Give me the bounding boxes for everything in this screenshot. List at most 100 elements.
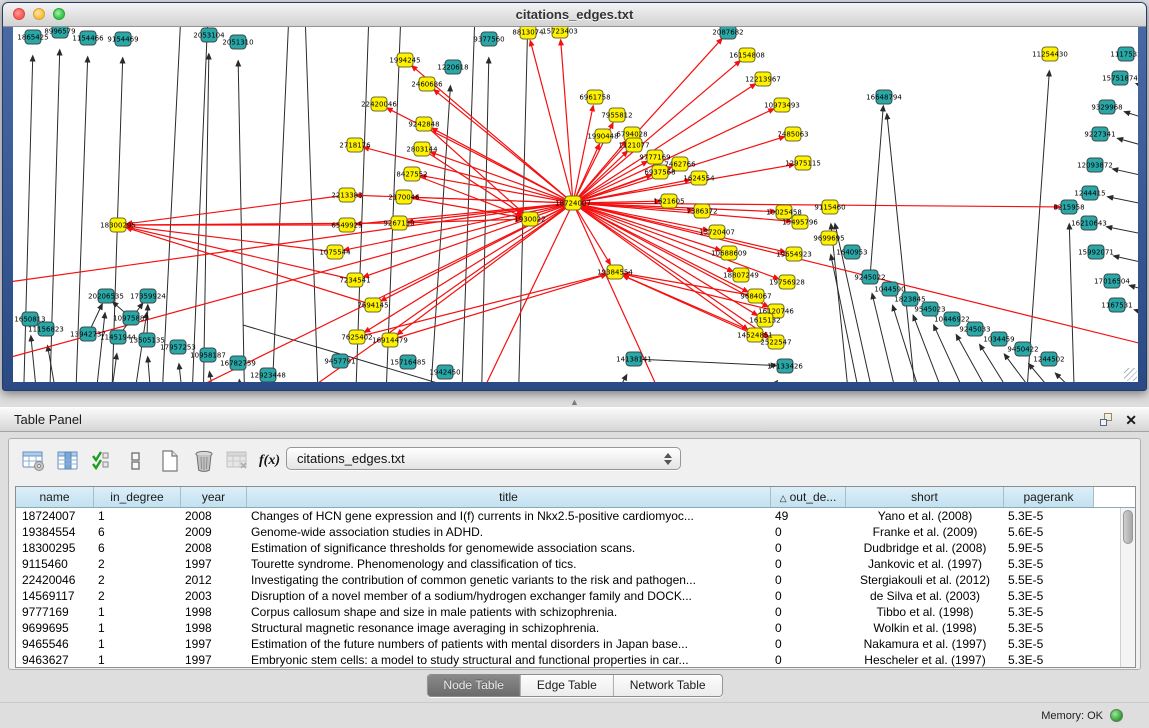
citation-edge-red xyxy=(357,274,606,337)
cell-in-degree: 6 xyxy=(94,540,181,556)
table-toolbar: f(x) xyxy=(19,444,286,478)
panel-divider[interactable]: ▲ xyxy=(0,392,1149,407)
cell-year: 2012 xyxy=(181,572,247,588)
table-row[interactable]: 1456911722003Disruption of a novel membe… xyxy=(16,588,1120,604)
cell-short: Jankovic et al. (1997) xyxy=(846,556,1004,572)
graph-node-label: 7386372 xyxy=(686,208,717,216)
resize-grip-icon[interactable] xyxy=(1124,368,1137,381)
tab-node-table[interactable]: Node Table xyxy=(427,675,521,696)
cell-pagerank: 5.3E-5 xyxy=(1004,636,1094,652)
vertical-scrollbar[interactable] xyxy=(1120,508,1135,667)
tab-network-table[interactable]: Network Table xyxy=(614,675,722,696)
float-panel-icon[interactable] xyxy=(1100,413,1115,427)
graph-node-label: 12093872 xyxy=(1077,162,1113,170)
column-header-title[interactable]: title xyxy=(247,487,771,507)
delete-table-button[interactable] xyxy=(189,447,219,475)
cell-title: Estimation of the future numbers of pati… xyxy=(247,636,771,652)
cell-in-degree: 2 xyxy=(94,588,181,604)
memory-status-indicator[interactable] xyxy=(1110,709,1123,722)
cell-in-degree: 2 xyxy=(94,556,181,572)
window-title: citations_edges.txt xyxy=(3,3,1146,26)
graph-node-label: 7694145 xyxy=(357,302,388,310)
graph-node-label: 9115460 xyxy=(814,204,845,212)
network-canvas[interactable]: 1872400769617587955812199044867940281121… xyxy=(13,27,1138,382)
graph-node-label: 6937568 xyxy=(644,169,675,177)
cell-in-degree: 1 xyxy=(94,508,181,524)
citation-edge-black xyxy=(1130,285,1138,295)
column-visibility-button[interactable] xyxy=(53,447,83,475)
cell-name: 14569117 xyxy=(16,588,94,604)
graph-node-label: 1624554 xyxy=(683,175,715,183)
graph-node-label: 2053104 xyxy=(193,32,225,40)
tab-edge-table[interactable]: Edge Table xyxy=(521,675,614,696)
graph-node-label: 10025458 xyxy=(766,209,802,217)
cell-short: Hescheler et al. (1997) xyxy=(846,652,1004,668)
table-panel-title: Table Panel xyxy=(14,408,82,432)
column-header-short[interactable]: short xyxy=(846,487,1004,507)
cell-title: Changes of HCN gene expression and I(f) … xyxy=(247,508,771,524)
table-row[interactable]: 977716911998Corpus callosum shape and si… xyxy=(16,604,1120,620)
column-header-in-degree[interactable]: in_degree xyxy=(94,487,181,507)
graph-node-label: 18807249 xyxy=(723,272,759,280)
scrollbar-thumb[interactable] xyxy=(1123,510,1133,544)
graph-node-label: 8215958 xyxy=(1053,204,1084,212)
column-header-name[interactable]: name xyxy=(16,487,94,507)
table-row[interactable]: 1872400712008Changes of HCN gene express… xyxy=(16,508,1120,524)
cell-short: de Silva et al. (2003) xyxy=(846,588,1004,604)
graph-node-label: 1121077 xyxy=(618,142,649,150)
window-titlebar[interactable]: citations_edges.txt xyxy=(3,3,1146,27)
graph-node-label: 2718176 xyxy=(339,142,371,150)
cell-out-de-: 0 xyxy=(771,636,846,652)
table-row[interactable]: 911546021997Tourette syndrome. Phenomeno… xyxy=(16,556,1120,572)
column-header-filler xyxy=(1094,487,1135,507)
column-header-out-de-[interactable]: △out_de... xyxy=(771,487,846,507)
graph-node-label: 16914479 xyxy=(372,337,408,345)
function-builder-button[interactable]: f(x) xyxy=(259,453,280,469)
select-columns-button[interactable] xyxy=(87,447,117,475)
citation-edge-black xyxy=(148,357,153,382)
citation-network-graph[interactable]: 1872400769617587955812199044867940281121… xyxy=(13,27,1138,382)
citation-edge-black xyxy=(461,27,475,382)
graph-node-label: 16648794 xyxy=(866,94,902,102)
table-source-dropdown[interactable]: citations_edges.txt xyxy=(286,447,681,470)
table-row[interactable]: 969969511998Structural magnetic resonanc… xyxy=(16,620,1120,636)
divider-handle-icon[interactable]: ▲ xyxy=(570,397,579,407)
graph-node-label: 9450422 xyxy=(1007,346,1038,354)
delete-column-button-disabled xyxy=(223,447,253,475)
column-header-year[interactable]: year xyxy=(181,487,247,507)
citation-edge-black xyxy=(1125,112,1138,124)
table-row[interactable]: 1938455462009Genome-wide association stu… xyxy=(16,524,1120,540)
graph-node-label: 1167531 xyxy=(1101,302,1132,310)
close-panel-icon[interactable]: ✕ xyxy=(1125,411,1137,429)
graph-node-label: 22420046 xyxy=(361,101,397,109)
graph-node-label: 1034459 xyxy=(983,336,1014,344)
graph-node-label: 1621605 xyxy=(653,198,684,206)
cell-out-de-: 0 xyxy=(771,572,846,588)
citation-edge-red xyxy=(412,174,522,216)
table-row[interactable]: 2242004622012Investigating the contribut… xyxy=(16,572,1120,588)
cell-year: 1998 xyxy=(181,604,247,620)
table-row[interactable]: 1830029562008Estimation of significance … xyxy=(16,540,1120,556)
graph-node-label: 17016504 xyxy=(1094,278,1130,286)
create-table-button[interactable] xyxy=(155,447,185,475)
graph-node-label: 17359924 xyxy=(130,293,166,301)
citation-edge-black xyxy=(48,346,61,382)
graph-node-label: 6549925 xyxy=(331,222,362,230)
citation-edge-red xyxy=(573,109,774,203)
cell-year: 1997 xyxy=(181,636,247,652)
cell-name: 9463627 xyxy=(16,652,94,668)
citation-edge-black xyxy=(872,294,903,382)
table-settings-button[interactable] xyxy=(19,447,49,475)
merge-tables-button[interactable] xyxy=(121,447,151,475)
cell-short: Wolkin et al. (1998) xyxy=(846,620,1004,636)
column-header-pagerank[interactable]: pagerank xyxy=(1004,487,1094,507)
graph-node-label: 9267130 xyxy=(383,220,414,228)
cell-pagerank: 5.3E-5 xyxy=(1004,652,1094,668)
graph-node-label: 20206535 xyxy=(88,293,124,301)
table-row[interactable]: 946554611997Estimation of the future num… xyxy=(16,636,1120,652)
table-row[interactable]: 946362711997Embryonic stem cells: a mode… xyxy=(16,652,1120,668)
graph-node-label: 18300295 xyxy=(100,222,136,230)
cell-year: 2008 xyxy=(181,508,247,524)
graph-node-label: 10688609 xyxy=(711,250,747,258)
table-header-row: namein_degreeyeartitle△out_de...shortpag… xyxy=(16,487,1135,508)
